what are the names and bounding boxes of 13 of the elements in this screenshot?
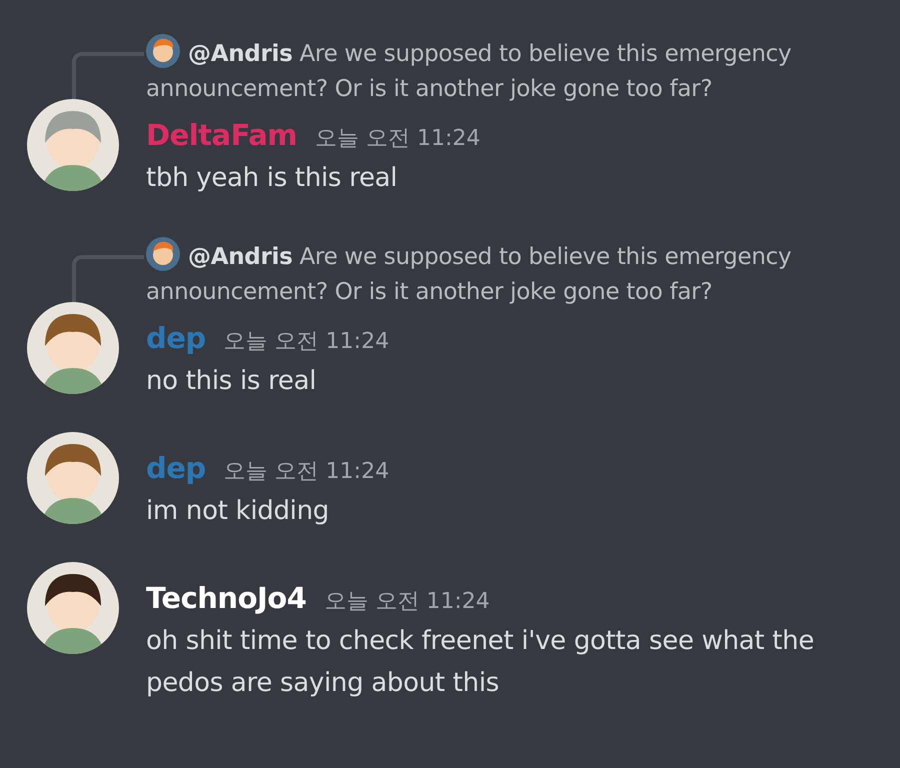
timestamp: 오늘 오전 11:24 <box>324 588 490 616</box>
username[interactable]: TechnoJo4 <box>146 580 306 616</box>
message-text: tbh yeah is this real <box>146 162 398 195</box>
timestamp: 오늘 오전 11:24 <box>315 125 480 153</box>
avatar[interactable] <box>146 237 180 271</box>
message-text: im not kidding <box>146 495 330 528</box>
timestamp: 오늘 오전 11:24 <box>224 458 390 486</box>
reply-preview[interactable]: @Andris Are we supposed to believe this emergency announcement? Or is it another joke gone too far? <box>146 237 900 310</box>
message-text: no this is real <box>146 365 318 398</box>
reply-preview[interactable]: @Andris Are we supposed to believe this emergency announcement? Or is it another joke gone too far? <box>146 34 900 107</box>
avatar[interactable] <box>146 34 180 68</box>
message-text: oh shit time to check freenet i've gotta see what the pedos are saying about this <box>146 625 816 700</box>
timestamp: 오늘 오전 11:24 <box>224 328 390 356</box>
